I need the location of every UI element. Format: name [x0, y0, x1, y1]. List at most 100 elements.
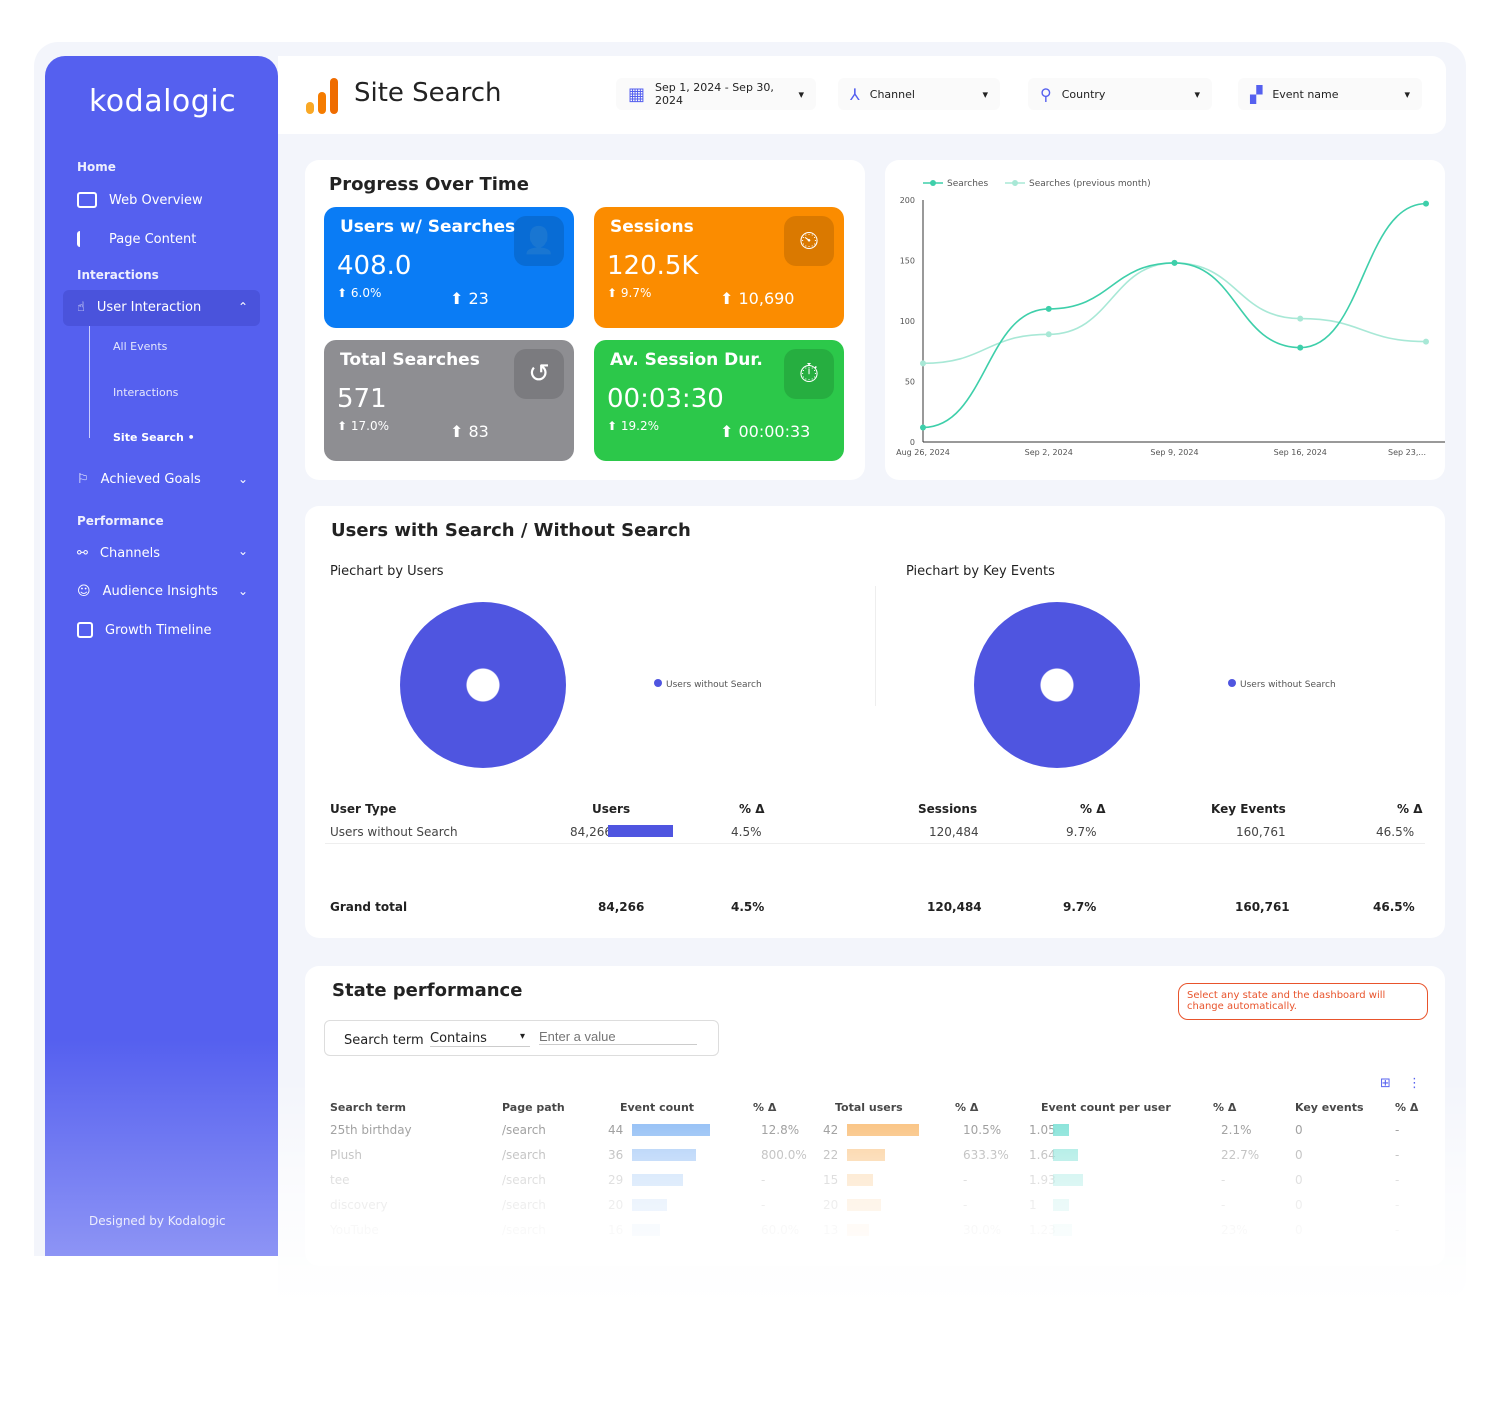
kpi-title: Users w/ Searches	[340, 217, 516, 237]
sidebar-item-user-interaction[interactable]: ☝ User Interaction	[77, 300, 201, 315]
kpi-pct: ⬆ 6.0%	[337, 286, 382, 300]
kpi-card[interactable]: Total Searches ↺ 571 ⬆ 17.0% ⬆ 83	[324, 340, 574, 461]
data-point[interactable]	[1423, 338, 1429, 345]
total: 160,761	[1235, 900, 1290, 914]
data-point[interactable]	[1045, 305, 1052, 312]
cell: 120,484	[929, 825, 979, 839]
kpi-value: 408.0	[337, 251, 412, 281]
kpi-value: 571	[337, 384, 387, 414]
series-line	[922, 262, 1427, 365]
total: 9.7%	[1063, 900, 1097, 914]
data-point[interactable]	[1423, 200, 1429, 207]
kpi-pct: ⬆ 19.2%	[607, 419, 659, 433]
stopwatch-icon: ⏱	[784, 349, 834, 399]
data-point[interactable]	[920, 360, 926, 367]
users-card: Users with Search / Without Search Piech…	[305, 506, 1445, 938]
chevron-down-icon[interactable]: ⌄	[238, 584, 248, 598]
total: 4.5%	[731, 900, 765, 914]
pie-users[interactable]	[400, 602, 566, 768]
data-point[interactable]	[1171, 259, 1178, 266]
event-name-filter[interactable]: ▞ Event name ▾	[1238, 78, 1422, 110]
divider	[325, 843, 1425, 844]
data-point[interactable]	[1045, 331, 1052, 338]
channel-filter[interactable]: ⅄ Channel ▾	[838, 78, 1000, 110]
sidebar: kodalogic Home Web Overview Page Content…	[45, 56, 278, 1256]
calendar-icon: ▦	[628, 83, 646, 105]
legend-swatch	[1012, 180, 1018, 186]
sidebar-item-channels[interactable]: ⚯ Channels	[77, 546, 160, 561]
cell: 4.5%	[731, 825, 762, 839]
list-icon	[77, 231, 97, 247]
share-icon: ⚯	[77, 546, 88, 561]
progress-title: Progress Over Time	[329, 174, 529, 195]
data-point[interactable]	[1297, 315, 1304, 322]
filter-operator-select[interactable]: Contains	[430, 1031, 530, 1047]
users-bar	[608, 825, 673, 837]
kpi-card[interactable]: Users w/ Searches 👤 408.0 ⬆ 6.0% ⬆ 23	[324, 207, 574, 328]
data-point[interactable]	[1297, 344, 1304, 351]
user-icon: 👤	[514, 216, 564, 266]
section-interactions: Interactions	[77, 268, 159, 282]
dropdown-arrow-icon: ▾	[520, 1031, 526, 1042]
date-range-filter[interactable]: ▦ Sep 1, 2024 - Sep 30, 2024 ▾	[616, 78, 816, 110]
sidebar-subitem-interactions[interactable]: Interactions	[113, 386, 178, 399]
col-sessions[interactable]: Sessions	[918, 802, 977, 816]
chevron-down-icon[interactable]: ⌄	[238, 544, 248, 558]
users-title: Users with Search / Without Search	[331, 520, 691, 541]
dropdown-arrow-icon: ▾	[798, 87, 804, 101]
total: 120,484	[927, 900, 982, 914]
series-line	[922, 202, 1427, 429]
chevron-up-icon[interactable]: ⌃	[238, 300, 248, 314]
kpi-pct: ⬆ 17.0%	[337, 419, 389, 433]
tree-line	[89, 326, 90, 438]
col-pct3[interactable]: % Δ	[1397, 802, 1423, 816]
kpi-value: 120.5K	[607, 251, 699, 281]
divider	[875, 586, 876, 706]
x-tick-label: Aug 26, 2024	[896, 448, 950, 457]
filter-value-input[interactable]	[539, 1029, 697, 1045]
pie1-legend: Users without Search	[654, 679, 762, 690]
y-tick-label: 0	[910, 438, 915, 447]
cell: 46.5%	[1376, 825, 1415, 839]
page-title: Site Search	[354, 78, 502, 108]
col-users[interactable]: Users	[592, 802, 630, 816]
data-point[interactable]	[920, 424, 926, 431]
col-pct2[interactable]: % Δ	[1080, 802, 1106, 816]
dropdown-arrow-icon: ▾	[982, 87, 988, 101]
sidebar-subitem-site-search[interactable]: Site Search •	[113, 431, 195, 444]
pie-key-events[interactable]	[974, 602, 1140, 768]
user-clock-icon: ⏲	[784, 216, 834, 266]
kpi-title: Total Searches	[340, 350, 480, 370]
info-note: Select any state and the dashboard will …	[1178, 983, 1428, 1020]
line-chart-card: 0 50 100 150 200 Aug 26, 2024 Sep 2, 2024 Sep 9…	[885, 160, 1446, 480]
sidebar-item-audience-insights[interactable]: ☺ Audience Insights	[77, 584, 218, 599]
pointer-hand-icon: ☝	[77, 300, 85, 315]
x-tick-label: Sep 16, 2024	[1274, 448, 1327, 457]
kpi-card[interactable]: Av. Session Dur. ⏱ 00:03:30 ⬆ 19.2% ⬆ 00:00:…	[594, 340, 844, 461]
sidebar-item-achieved-goals[interactable]: ⚐ Achieved Goals	[77, 472, 201, 487]
state-title: State performance	[332, 980, 523, 1001]
total: 46.5%	[1373, 900, 1415, 914]
col-pct1[interactable]: % Δ	[739, 802, 765, 816]
country-filter[interactable]: ⚲ Country ▾	[1028, 78, 1212, 110]
sidebar-item-web-overview[interactable]: Web Overview	[77, 192, 203, 208]
pie1-title: Piechart by Users	[330, 564, 444, 579]
location-pin-icon: ⚲	[1040, 84, 1052, 104]
chevron-down-icon[interactable]: ⌄	[238, 472, 248, 486]
x-tick-label: Sep 23,...	[1388, 448, 1426, 457]
kpi-card[interactable]: Sessions ⏲ 120.5K ⬆ 9.7% ⬆ 10,690	[594, 207, 844, 328]
flag-icon: ⚐	[77, 472, 89, 487]
sidebar-item-growth-timeline[interactable]: Growth Timeline	[77, 622, 211, 638]
col-user-type[interactable]: User Type	[330, 802, 396, 816]
y-tick-label: 200	[900, 196, 915, 205]
col-key-events[interactable]: Key Events	[1211, 802, 1286, 816]
kpi-delta: ⬆ 83	[450, 422, 489, 441]
x-tick-label: Sep 9, 2024	[1150, 448, 1198, 457]
sidebar-subitem-all-events[interactable]: All Events	[113, 340, 167, 353]
y-tick-label: 150	[900, 257, 915, 266]
sidebar-item-page-content[interactable]: Page Content	[77, 231, 196, 247]
section-home: Home	[77, 160, 116, 174]
legend-swatch	[930, 180, 936, 186]
total: 84,266	[598, 900, 645, 914]
pie2-legend: Users without Search	[1228, 679, 1336, 690]
